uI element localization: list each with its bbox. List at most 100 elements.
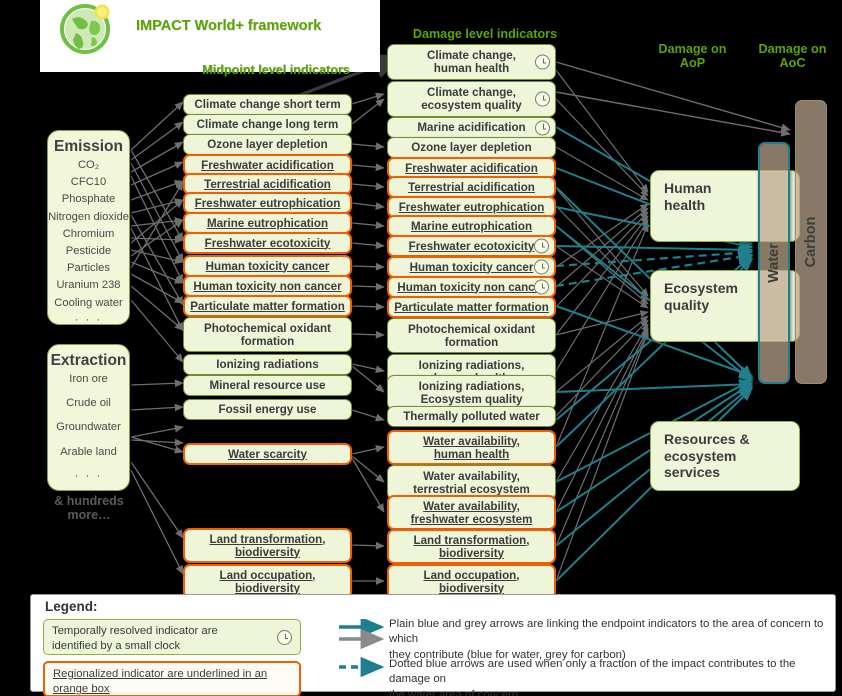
emission-title: Emission — [54, 138, 123, 155]
logo-title: IMPACT World+ framework — [136, 18, 322, 34]
indicator-label: Ozone layer depletion — [411, 141, 532, 154]
clock-icon — [534, 238, 549, 254]
midpoint-climate-change-short-term[interactable]: Climate change short term — [183, 94, 352, 115]
indicator-label: Marine eutrophication — [410, 219, 533, 233]
legend-arrow-note-2: Dotted blue arrows are used when only a … — [389, 658, 796, 696]
indicator-label: Water scarcity — [228, 447, 307, 461]
damage-climate-change-ecosystem-quality[interactable]: Climate change, ecosystem quality — [387, 81, 556, 117]
indicator-label: Marine acidification — [417, 121, 526, 134]
damage-freshwater-ecotoxicity[interactable]: Freshwater ecotoxicity — [387, 235, 556, 257]
damage-human-toxicity-non-cancer[interactable]: Human toxicity non cancer — [387, 276, 556, 298]
aop-box-resources-ecosystem-services[interactable]: Resources & ecosystem services — [650, 421, 800, 491]
midpoint-particulate-matter-formation[interactable]: Particulate matter formation — [183, 295, 352, 317]
damage-ozone-layer-depletion[interactable]: Ozone layer depletion — [387, 137, 556, 158]
logo-banner: IMPACT World+ framework — [40, 0, 380, 54]
legend-title: Legend: — [45, 599, 98, 614]
damage-human-toxicity-cancer[interactable]: Human toxicity cancer — [387, 256, 556, 278]
midpoint-human-toxicity-non-cancer[interactable]: Human toxicity non cancer — [183, 275, 352, 297]
globe-logo-icon — [60, 4, 110, 54]
damage-climate-change-human-health[interactable]: Climate change, human health — [387, 44, 556, 80]
indicator-label: Freshwater ecotoxicity — [408, 239, 535, 253]
damage-terrestrial-acidification[interactable]: Terrestrial acidification — [387, 176, 556, 198]
midpoint-mineral-resource-use[interactable]: Mineral resource use — [183, 375, 352, 396]
source-item: Crude oil — [66, 397, 111, 410]
indicator-label: Human toxicity cancer — [409, 260, 534, 274]
impact-world-framework-diagram: IMPACT World+ framework Midpoint level i… — [0, 0, 842, 696]
damage-photochemical-oxidant-formation[interactable]: Photochemical oxidant formation — [387, 318, 556, 353]
indicator-label: Climate change, human health — [427, 49, 516, 75]
header-damage: Damage level indicators — [412, 27, 558, 41]
legend-clock-box: Temporally resolved indicator are identi… — [43, 619, 301, 655]
indicator-label: Marine eutrophication — [206, 216, 329, 230]
indicator-label: Land transformation, biodiversity — [413, 533, 530, 560]
header-midpoint: Midpoint level indicators — [202, 63, 350, 77]
midpoint-fossil-energy-use[interactable]: Fossil energy use — [183, 399, 352, 420]
clock-icon — [535, 54, 550, 70]
clock-icon — [535, 120, 550, 135]
midpoint-water-scarcity[interactable]: Water scarcity — [183, 443, 352, 465]
source-item: Phosphate — [61, 193, 116, 206]
emission-item-list: CO₂ CFC10 Phosphate Nitrogen dioxide Chromiu… — [48, 159, 129, 326]
damage-water-availability-freshwater-ecosystem[interactable]: Water availability, freshwater ecosystem — [387, 495, 556, 530]
midpoint-human-toxicity-cancer[interactable]: Human toxicity cancer — [183, 255, 352, 277]
indicator-label: Freshwater acidification — [405, 161, 538, 175]
source-item: Nitrogen dioxide — [48, 210, 129, 223]
source-item: · · · — [74, 469, 103, 482]
midpoint-land-transformation-biodiversity[interactable]: Land transformation, biodiversity — [183, 528, 352, 563]
aop-label: Resources & ecosystem services — [664, 431, 750, 481]
source-item: Particles — [67, 262, 110, 275]
source-item: Cooling water — [54, 296, 123, 309]
clock-icon — [534, 279, 549, 295]
indicator-label: Terrestrial acidification — [204, 177, 331, 191]
source-item: Uranium 238 — [56, 279, 121, 292]
midpoint-freshwater-ecotoxicity[interactable]: Freshwater ecotoxicity — [183, 232, 352, 254]
indicator-label: Climate change short term — [194, 98, 341, 111]
clock-icon — [534, 259, 549, 275]
indicator-label: Climate change, ecosystem quality — [421, 86, 522, 112]
indicator-label: Ionizing radiations, Ecosystem quality — [418, 379, 525, 406]
aoc-bar-label: Carbon — [803, 216, 819, 268]
indicator-label: Freshwater acidification — [201, 158, 334, 172]
indicator-label: Freshwater ecotoxicity — [204, 236, 331, 250]
indicator-label: Human toxicity non cancer — [193, 279, 342, 293]
header-aop: Damage on AoP — [658, 42, 727, 70]
damage-land-transformation-biodiversity[interactable]: Land transformation, biodiversity — [387, 529, 556, 564]
midpoint-freshwater-eutrophication[interactable]: Freshwater eutrophication — [183, 192, 352, 214]
legend-panel: Legend: Temporally resolved indicator ar… — [30, 594, 836, 696]
aoc-bar-carbon[interactable]: Carbon — [795, 100, 827, 384]
indicator-label: Land transformation, biodiversity — [209, 532, 326, 559]
header-aoc: Damage on AoC — [758, 42, 827, 70]
clock-icon — [277, 630, 292, 645]
midpoint-photochemical-oxidant-formation[interactable]: Photochemical oxidant formation — [183, 317, 352, 352]
damage-thermally-polluted-water[interactable]: Thermally polluted water — [387, 406, 556, 427]
indicator-label: Ionizing radiations — [216, 358, 319, 371]
midpoint-climate-change-long-term[interactable]: Climate change long term — [183, 114, 352, 135]
source-item: CO₂ — [77, 159, 100, 171]
damage-particulate-matter-formation[interactable]: Particulate matter formation — [387, 296, 556, 318]
indicator-label: Water availability, terrestrial ecosystem — [413, 469, 530, 496]
hundreds-more-note: & hundreds more… — [54, 494, 124, 522]
midpoint-ozone-layer-depletion[interactable]: Ozone layer depletion — [183, 134, 352, 155]
damage-marine-eutrophication[interactable]: Marine eutrophication — [387, 215, 556, 237]
damage-marine-acidification[interactable]: Marine acidification — [387, 117, 556, 138]
source-item: Pesticide — [65, 245, 112, 258]
extraction-box: Extraction Iron ore Crude oil Groundwater A… — [47, 344, 130, 491]
aoc-bar-water[interactable]: Water — [758, 142, 790, 384]
damage-water-availability-human-health[interactable]: Water availability, human health — [387, 430, 556, 465]
indicator-label: Land occupation, biodiversity — [219, 568, 316, 595]
source-item: CFC10 — [70, 176, 107, 189]
indicator-label: Land occupation, biodiversity — [423, 568, 520, 595]
indicator-label: Water availability, human health — [423, 434, 520, 461]
source-item: Iron ore — [69, 373, 108, 385]
aoc-bar-label: Water — [766, 243, 782, 283]
damage-ionizing-radiations-ecosystem-quality[interactable]: Ionizing radiations, Ecosystem quality — [387, 375, 556, 410]
midpoint-marine-eutrophication[interactable]: Marine eutrophication — [183, 212, 352, 234]
aop-label: Human health — [664, 180, 712, 213]
midpoint-ionizing-radiations[interactable]: Ionizing radiations — [183, 354, 352, 375]
extraction-title: Extraction — [50, 352, 127, 369]
indicator-label: Particulate matter formation — [394, 300, 549, 314]
indicator-label: Thermally polluted water — [403, 410, 540, 423]
indicator-label: Photochemical oxidant formation — [408, 322, 535, 349]
indicator-label: Water availability, freshwater ecosystem — [410, 499, 533, 526]
indicator-label: Human toxicity cancer — [205, 259, 330, 273]
